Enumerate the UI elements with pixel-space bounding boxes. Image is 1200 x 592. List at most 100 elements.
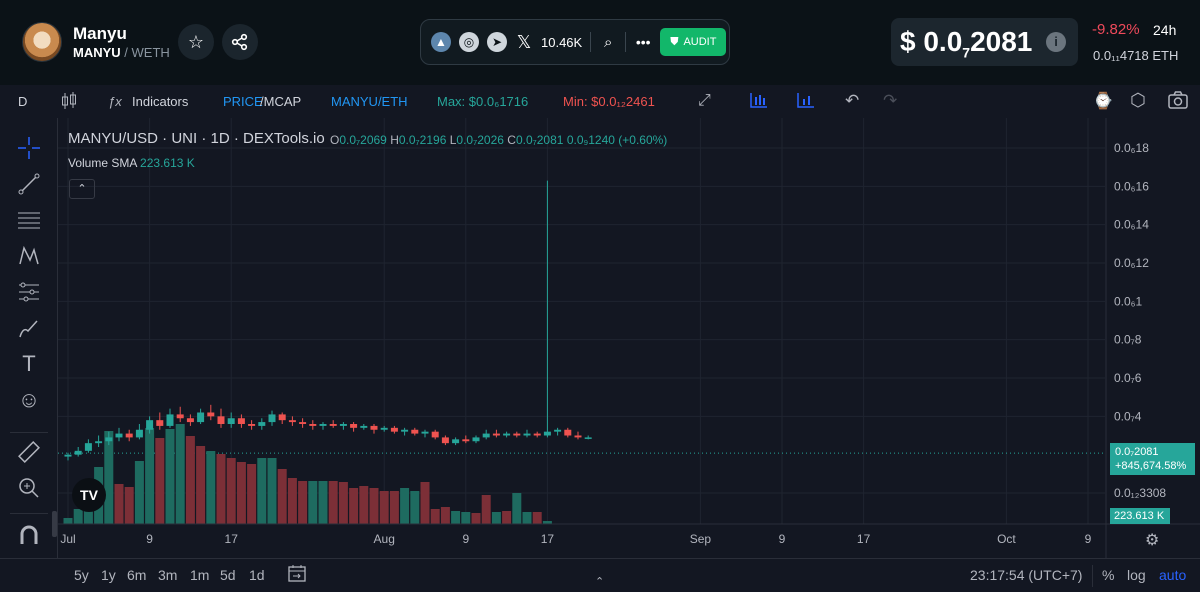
- magnet-icon[interactable]: [17, 524, 41, 548]
- candle-body: [380, 427, 388, 430]
- settings-icon[interactable]: ⬡: [1130, 90, 1146, 111]
- timeframe-1d[interactable]: 1d: [249, 567, 265, 583]
- expand-panel-icon[interactable]: ⌃: [595, 575, 604, 588]
- log-scale-button[interactable]: log: [1127, 567, 1146, 583]
- candle-body: [176, 414, 184, 419]
- candle-body: [309, 424, 317, 426]
- y-tick-label: 0.0₁₂3308: [1114, 486, 1166, 500]
- y-tick-label: 0.0₆18: [1114, 141, 1149, 155]
- date-range-icon[interactable]: [287, 563, 307, 586]
- candle-body: [350, 424, 358, 428]
- candle-body: [462, 439, 470, 442]
- candle-body: [492, 433, 500, 436]
- price-prefix: $ 0.0: [900, 26, 963, 57]
- timeframe-5d[interactable]: 5d: [220, 567, 236, 583]
- candle-body: [268, 414, 276, 423]
- info-icon[interactable]: i: [1046, 32, 1066, 52]
- volume-bar: [532, 512, 542, 524]
- audit-button[interactable]: ⛊ AUDIT: [660, 28, 727, 56]
- camera-icon[interactable]: [1167, 90, 1189, 113]
- pattern-icon[interactable]: [17, 244, 41, 268]
- last-price: 0.0₇2081: [1115, 446, 1159, 458]
- favorite-button[interactable]: ☆: [178, 24, 214, 60]
- ohlc-legend: O0.0₇2069 H0.0₇2196 L0.0₇2026 C0.0₇2081 …: [330, 133, 667, 147]
- volume-bar: [287, 478, 297, 524]
- candle-body: [288, 420, 296, 423]
- search-icon[interactable]: ⌕: [599, 34, 617, 51]
- candle-body: [299, 422, 307, 424]
- brush-icon[interactable]: [17, 316, 41, 340]
- volume-bar: [502, 511, 512, 524]
- drawing-toolbar: T ☺: [0, 118, 58, 558]
- volume-bar: [196, 446, 206, 524]
- mcap-toggle[interactable]: /MCAP: [260, 94, 301, 109]
- text-icon[interactable]: T: [17, 352, 41, 376]
- y-tick-label: 0.0₇6: [1114, 371, 1142, 385]
- close-value: 0.0₇2081: [515, 133, 564, 147]
- globe-icon[interactable]: ◎: [459, 32, 479, 52]
- volume-bar: [512, 493, 522, 524]
- low-value: 0.0₇2026: [456, 133, 504, 147]
- volume-bar: [257, 458, 267, 524]
- last-price-tag: 0.0₇2081 +845,674.58%: [1110, 443, 1195, 475]
- bars-icon[interactable]: [749, 91, 769, 112]
- volume-bar: [338, 482, 348, 524]
- percent-scale-button[interactable]: %: [1102, 567, 1114, 583]
- candle-body: [95, 441, 103, 444]
- more-icon[interactable]: •••: [634, 34, 652, 50]
- x-axis: Jul 9 17 Aug 9 17 Sep 9 17 Oct 9: [58, 523, 1200, 546]
- candle-body: [105, 437, 113, 442]
- ruler-icon[interactable]: [17, 440, 41, 464]
- interval-button[interactable]: D: [18, 94, 27, 109]
- volume-chart-icon[interactable]: [796, 91, 816, 112]
- alert-icon[interactable]: ⌚: [1093, 91, 1113, 111]
- pair-toggle[interactable]: MANYU/ETH: [331, 94, 408, 109]
- x-icon[interactable]: 𝕏: [515, 32, 533, 53]
- chart-area[interactable]: 0.0₆18 0.0₆16 0.0₆14 0.0₆12 0.0₆1 0.0₇8 0.0₇6 0…: [58, 118, 1200, 558]
- forecast-icon[interactable]: [17, 280, 41, 304]
- fib-icon[interactable]: [17, 208, 41, 232]
- candle-type-icon[interactable]: [60, 91, 78, 114]
- trend-line-icon[interactable]: [17, 172, 41, 196]
- timeframe-3m[interactable]: 3m: [158, 567, 177, 583]
- timeframe-6m[interactable]: 6m: [127, 567, 146, 583]
- candle-body: [513, 433, 521, 436]
- undo-icon[interactable]: ↶: [845, 91, 859, 111]
- telegram-icon[interactable]: ➤: [487, 32, 507, 52]
- candle-body: [186, 418, 194, 423]
- y-tick-label: 0.0₇4: [1114, 409, 1142, 423]
- open-value: 0.0₇2069: [339, 133, 387, 147]
- x-tick-label: 9: [779, 532, 786, 546]
- share-button[interactable]: [222, 24, 258, 60]
- auto-scale-button[interactable]: auto: [1159, 567, 1186, 583]
- x-tick-label: Sep: [690, 532, 712, 546]
- candle-body: [431, 431, 439, 438]
- price-toggle[interactable]: PRICE: [223, 94, 263, 109]
- change-value: 0.0₉1240 (+0.60%): [566, 133, 668, 147]
- fullscreen-icon[interactable]: ⤢: [698, 92, 711, 110]
- candles: [64, 180, 592, 461]
- y-axis: 0.0₆18 0.0₆16 0.0₆14 0.0₆12 0.0₆1 0.0₇8 0.0₇6 0…: [1105, 118, 1166, 558]
- crosshair-icon[interactable]: [17, 136, 41, 160]
- candle-body: [411, 429, 419, 434]
- axis-settings-icon[interactable]: ⚙: [1145, 530, 1159, 550]
- tradingview-logo[interactable]: TV: [72, 478, 106, 512]
- x-tick-label: 9: [1085, 532, 1092, 546]
- timeframe-1m[interactable]: 1m: [190, 567, 209, 583]
- timeframe-5y[interactable]: 5y: [74, 567, 89, 583]
- emoji-icon[interactable]: ☺: [17, 388, 41, 412]
- eth-price: 0.0₁₁4718 ETH: [1093, 48, 1179, 63]
- scroll-handle[interactable]: [52, 511, 57, 537]
- zoom-icon[interactable]: [17, 476, 41, 500]
- divider: [625, 32, 627, 52]
- collapse-legend-button[interactable]: ⌃: [69, 179, 95, 199]
- y-tick-label: 0.0₆1: [1114, 294, 1143, 308]
- indicators-icon[interactable]: ƒx: [108, 94, 122, 109]
- candle-body: [360, 425, 368, 428]
- indicators-button[interactable]: Indicators: [132, 94, 188, 109]
- timeframe-1y[interactable]: 1y: [101, 567, 116, 583]
- candle-body: [482, 433, 490, 438]
- bottom-bar: 5y 1y 6m 3m 1m 5d 1d ⌃ 23:17:54 (UTC+7) % log …: [0, 558, 1200, 592]
- dextools-icon[interactable]: ▲: [431, 32, 451, 52]
- token-pair: MANYU / WETH: [73, 45, 170, 60]
